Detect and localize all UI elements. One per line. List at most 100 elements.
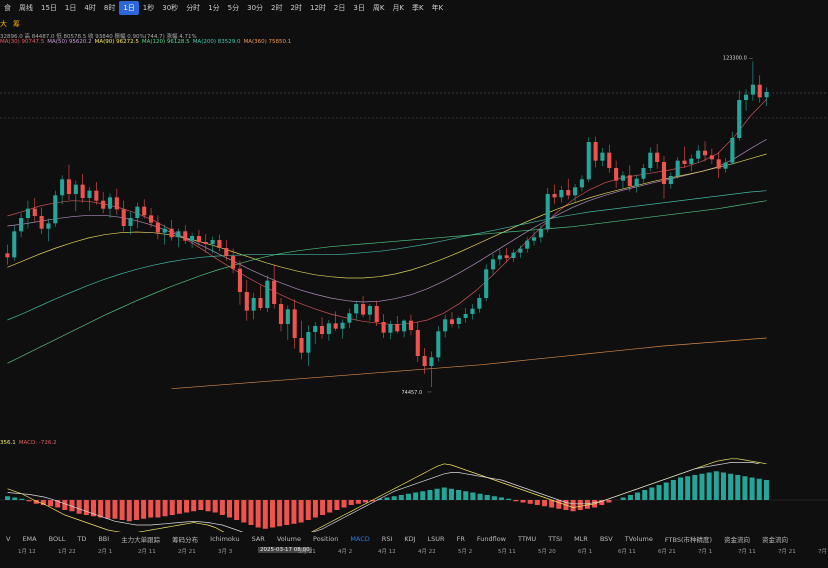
candle-body xyxy=(12,231,17,258)
indicator-tab[interactable]: 筹码分布 xyxy=(166,534,204,544)
candle-body xyxy=(429,357,434,366)
candle-body xyxy=(716,159,721,169)
indicator-tab[interactable]: EMA xyxy=(16,535,42,543)
macd-bar xyxy=(663,482,669,500)
macd-bar xyxy=(291,500,297,524)
candle-body xyxy=(224,248,229,256)
candle-body xyxy=(39,216,44,229)
indicator-tab[interactable]: Ichimoku xyxy=(204,535,245,543)
candle-body xyxy=(66,179,72,194)
indicator-tab[interactable]: RSI xyxy=(376,535,399,543)
macd-bar xyxy=(262,500,268,529)
indicator-tab[interactable]: MACD xyxy=(344,535,375,543)
candle-body xyxy=(614,168,619,181)
indicator-tab[interactable]: TVolume xyxy=(619,535,659,543)
indicator-tab[interactable]: SAR xyxy=(246,535,271,543)
indicator-tab[interactable]: TTSI xyxy=(542,535,568,543)
macd-bar xyxy=(312,500,318,518)
ma-line-MA360 xyxy=(171,337,767,390)
macd-bar xyxy=(742,476,748,500)
indicator-tab[interactable]: 资金流向 xyxy=(718,534,756,544)
macd-bar xyxy=(241,500,247,523)
indicator-tab[interactable]: 主力大单跟踪 xyxy=(115,534,166,544)
candle-body xyxy=(128,218,133,226)
indicator-tab[interactable]: TD xyxy=(71,535,92,543)
date-tick-label: 5月 20 xyxy=(538,549,556,555)
candle-body xyxy=(634,178,639,186)
indicator-tab[interactable]: MLR xyxy=(568,535,594,543)
indicator-tab[interactable]: FTBS(市种精度) xyxy=(659,534,718,544)
candle-body xyxy=(155,222,160,233)
candle-body xyxy=(251,298,256,311)
macd-bar xyxy=(620,497,626,500)
macd-bar xyxy=(327,500,333,513)
indicator-tab[interactable]: KDJ xyxy=(398,535,421,543)
macd-bar xyxy=(720,472,726,500)
macd-bar xyxy=(405,493,411,500)
candle-body xyxy=(114,197,119,210)
macd-bar xyxy=(320,500,326,515)
candle-body xyxy=(87,190,92,198)
candle-body xyxy=(176,231,181,238)
macd-bar xyxy=(155,500,161,518)
candle-body xyxy=(764,92,769,98)
candle-body xyxy=(723,162,728,169)
indicator-tab[interactable]: BBI xyxy=(92,535,115,543)
candle-body xyxy=(237,268,243,292)
candle-body xyxy=(737,100,742,138)
macd-bar xyxy=(477,493,483,500)
macd-bar xyxy=(549,500,555,508)
macd-bar xyxy=(398,495,404,500)
macd-bar xyxy=(348,500,354,505)
macd-bar xyxy=(649,487,655,500)
macd-bar xyxy=(141,500,147,519)
indicator-tab[interactable]: BOLL xyxy=(43,535,72,543)
price-chart[interactable]: 123300.0 74457.0 xyxy=(0,0,828,532)
indicator-tab[interactable]: Volume xyxy=(271,535,307,543)
candle-body xyxy=(744,94,749,100)
candle-body xyxy=(408,320,413,330)
macd-bar xyxy=(62,500,68,510)
macd-bar xyxy=(284,500,290,525)
candle-body xyxy=(169,228,174,238)
candle-body xyxy=(107,197,113,209)
macd-bar xyxy=(756,478,762,500)
candle-body xyxy=(675,160,680,176)
macd-bar xyxy=(5,496,11,500)
macd-bar xyxy=(728,473,734,500)
candle-body xyxy=(552,194,557,198)
macd-bar xyxy=(520,500,526,503)
indicator-tab[interactable]: LSUR xyxy=(422,535,451,543)
candle-body xyxy=(190,236,195,241)
macd-bar xyxy=(556,500,562,509)
indicator-tab[interactable]: Fundflow xyxy=(471,535,512,543)
macd-bar xyxy=(570,500,576,512)
candle-body xyxy=(586,142,591,180)
macd-bar xyxy=(763,480,769,500)
date-tick-label: 7月 1 xyxy=(698,549,713,555)
candle-body xyxy=(101,200,106,209)
macd-bar xyxy=(699,473,705,500)
macd-bar xyxy=(577,500,583,510)
candle-body xyxy=(278,304,284,324)
indicator-tab[interactable]: TTMU xyxy=(512,535,542,543)
indicator-tab[interactable]: 资金流向 xyxy=(756,534,794,544)
indicator-tab[interactable]: FR xyxy=(451,535,471,543)
candle-body xyxy=(80,184,85,198)
macd-bar xyxy=(191,500,197,512)
macd-legend: 356.1 MACD: -726.2 xyxy=(0,440,60,446)
indicator-tab[interactable]: V xyxy=(0,535,16,543)
candle-body xyxy=(142,206,147,216)
macd-bar xyxy=(255,500,261,528)
candle-body xyxy=(484,269,489,298)
candle-body xyxy=(422,356,427,366)
indicator-tab[interactable]: BSV xyxy=(594,535,619,543)
macd-bar xyxy=(298,500,304,523)
macd-bar xyxy=(26,500,32,502)
macd-legend-item: MACD: -726.2 xyxy=(18,440,57,446)
macd-bar xyxy=(176,500,182,514)
candle-body xyxy=(600,152,605,161)
indicator-tab[interactable]: Position xyxy=(307,535,344,543)
macd-bar xyxy=(48,500,54,507)
ma-line-MA50 xyxy=(7,138,767,303)
